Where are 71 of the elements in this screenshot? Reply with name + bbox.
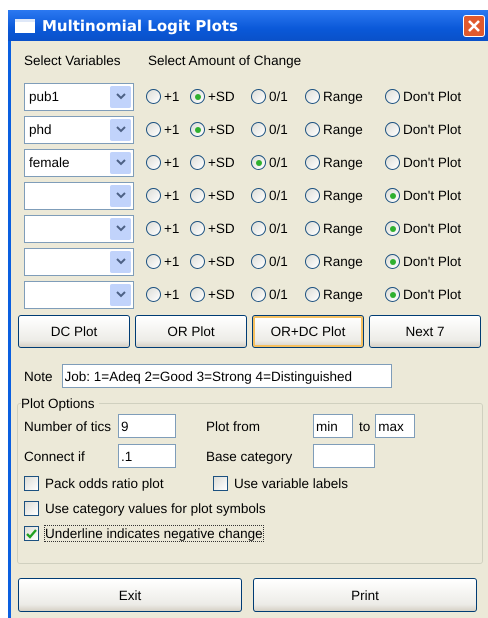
column-header: Select Amount of Change	[148, 53, 302, 70]
option-checkbox[interactable]: Use category values for plot symbols	[24, 500, 267, 517]
change-radio-option[interactable]: 0/1	[251, 155, 305, 170]
window-icon	[15, 18, 35, 32]
plot-button[interactable]: OR Plot	[135, 315, 247, 348]
variable-dropdown[interactable]: female	[24, 148, 134, 176]
change-radio-option[interactable]: 0/1	[251, 221, 305, 236]
change-radio-option[interactable]: Don't Plot	[385, 287, 485, 302]
close-button[interactable]	[463, 14, 485, 36]
change-radio-option[interactable]: Range	[305, 254, 385, 269]
change-radio-option[interactable]: +SD	[190, 122, 251, 137]
change-radio-option[interactable]: Don't Plot	[385, 122, 485, 137]
change-radio-option[interactable]: +SD	[190, 221, 251, 236]
plot-button[interactable]: OR+DC Plot	[252, 315, 364, 348]
change-radio-option[interactable]: Don't Plot	[385, 221, 485, 236]
change-radio-option[interactable]: Range	[305, 221, 385, 236]
change-radio-option[interactable]: +SD	[190, 89, 251, 104]
change-radio-option[interactable]: 0/1	[251, 89, 305, 104]
change-radio-option[interactable]: Range	[305, 188, 385, 203]
change-radio-option[interactable]: Range	[305, 155, 385, 170]
variable-dropdown[interactable]: phd	[24, 116, 134, 144]
base-category-field[interactable]	[313, 444, 375, 468]
field-label: Plot from	[206, 418, 262, 434]
field-label: to	[359, 418, 370, 434]
note-field[interactable]: Job: 1=Adeq 2=Good 3=Strong 4=Distinguished	[62, 364, 392, 388]
field-label: Base category	[206, 448, 294, 464]
plot-button[interactable]: Next 7	[369, 315, 481, 348]
change-radio-option[interactable]: Don't Plot	[385, 89, 485, 104]
plot-from-field[interactable]: min	[313, 414, 353, 438]
tics-field[interactable]: 9	[118, 414, 176, 438]
variable-dropdown[interactable]	[24, 280, 134, 308]
dialog-button[interactable]: Exit	[18, 578, 242, 612]
variable-dropdown[interactable]	[24, 248, 134, 276]
close-icon	[467, 18, 481, 32]
plot-button[interactable]: DC Plot	[18, 315, 130, 348]
change-radio-option[interactable]: 0/1	[251, 254, 305, 269]
change-radio-option[interactable]: 0/1	[251, 188, 305, 203]
change-radio-option[interactable]: +SD	[190, 155, 251, 170]
change-radio-option[interactable]: +SD	[190, 188, 251, 203]
change-radio-option[interactable]: Don't Plot	[385, 188, 485, 203]
change-radio-option[interactable]: +SD	[190, 254, 251, 269]
change-radio-option[interactable]: +1	[146, 221, 190, 236]
option-checkbox[interactable]: Use variable labels	[213, 475, 350, 492]
change-radio-option[interactable]: Range	[305, 287, 385, 302]
column-header: Select Variables	[24, 53, 122, 70]
variable-dropdown[interactable]	[24, 214, 134, 242]
change-radio-option[interactable]: Don't Plot	[385, 155, 485, 170]
variable-dropdown[interactable]	[24, 182, 134, 210]
change-radio-option[interactable]: +1	[146, 287, 190, 302]
change-radio-option[interactable]: Range	[305, 122, 385, 137]
connect-if-field[interactable]: .1	[118, 444, 176, 468]
plot-to-field[interactable]: max	[375, 414, 416, 438]
change-radio-option[interactable]: +SD	[190, 287, 251, 302]
checkmark-icon	[26, 528, 37, 538]
group-title: Plot Options	[21, 396, 96, 411]
change-radio-option[interactable]: +1	[146, 122, 190, 137]
change-radio-option[interactable]: 0/1	[251, 122, 305, 137]
window-title: Multinomial Logit Plots	[42, 16, 239, 34]
field-label: Number of tics	[24, 418, 112, 434]
change-radio-option[interactable]: +1	[146, 188, 190, 203]
change-radio-option[interactable]: +1	[146, 254, 190, 269]
variable-dropdown[interactable]: pub1	[24, 82, 134, 110]
option-checkbox[interactable]: Pack odds ratio plot	[24, 475, 213, 492]
change-radio-option[interactable]: +1	[146, 89, 190, 104]
change-radio-option[interactable]: +1	[146, 155, 190, 170]
note-label: Note	[24, 368, 53, 384]
change-radio-option[interactable]: 0/1	[251, 287, 305, 302]
field-label: Connect if	[24, 448, 86, 464]
change-radio-option[interactable]: Range	[305, 89, 385, 104]
change-radio-option[interactable]: Don't Plot	[385, 254, 485, 269]
dialog-button[interactable]: Print	[253, 578, 477, 612]
